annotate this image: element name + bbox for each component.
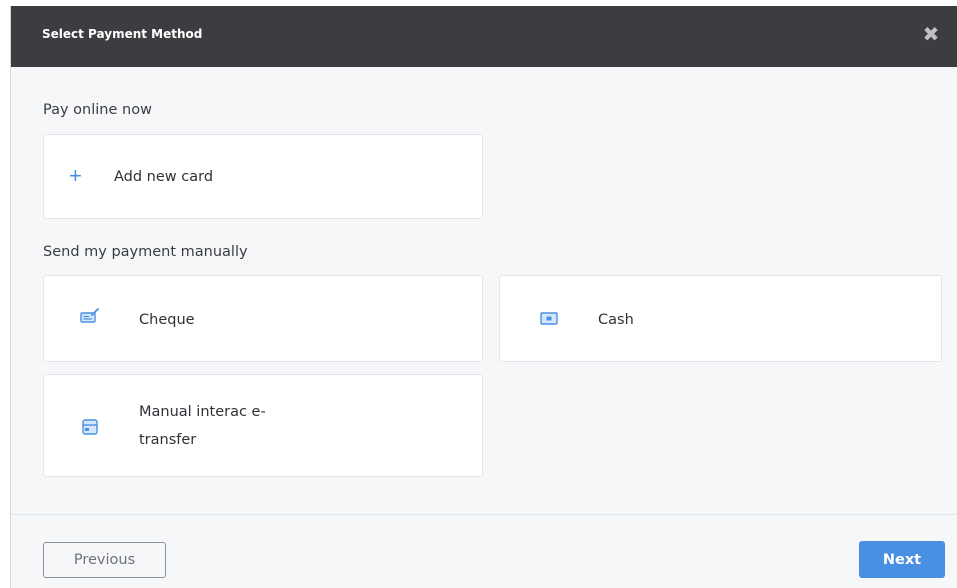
- interac-transfer-label-line2: transfer: [139, 432, 197, 448]
- modal-header: Select Payment Method ✖: [11, 6, 957, 67]
- cheque-label: Cheque: [139, 312, 195, 328]
- cash-option[interactable]: Cash: [499, 275, 942, 362]
- transfer-icon: [82, 419, 98, 440]
- pay-online-heading: Pay online now: [43, 102, 152, 118]
- cash-label: Cash: [598, 312, 634, 328]
- modal-title: Select Payment Method: [42, 27, 203, 41]
- interac-transfer-label-line1: Manual interac e-: [139, 404, 266, 420]
- previous-button[interactable]: Previous: [43, 542, 166, 578]
- add-new-card-option[interactable]: + Add new card: [43, 134, 483, 219]
- close-icon[interactable]: ✖: [920, 24, 942, 46]
- add-new-card-label: Add new card: [114, 169, 214, 185]
- plus-icon: +: [69, 163, 82, 188]
- send-manually-heading: Send my payment manually: [43, 244, 248, 260]
- cheque-icon: [80, 308, 100, 329]
- cheque-option[interactable]: Cheque: [43, 275, 483, 362]
- cash-icon: [540, 312, 558, 330]
- modal-footer: Previous Next: [11, 514, 957, 588]
- next-button[interactable]: Next: [859, 541, 945, 578]
- payment-method-modal: Select Payment Method ✖ Pay online now +…: [10, 6, 957, 588]
- interac-transfer-option[interactable]: Manual interac e- transfer: [43, 374, 483, 477]
